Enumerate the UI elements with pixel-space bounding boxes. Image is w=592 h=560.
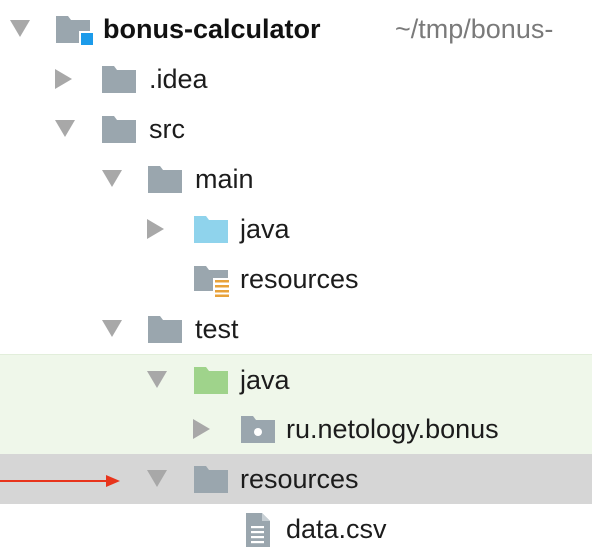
- chevron-down-icon[interactable]: [147, 371, 167, 388]
- chevron-right-icon[interactable]: [55, 69, 72, 89]
- folder-icon: [101, 64, 137, 94]
- source-root-folder-icon: [193, 214, 229, 244]
- tree-item-label: .idea: [149, 64, 208, 94]
- folder-icon: [147, 314, 183, 344]
- tree-row-test-java[interactable]: java: [0, 354, 592, 405]
- project-name: bonus-calculator: [103, 14, 321, 44]
- tree-item-label: resources: [240, 264, 359, 294]
- project-folder-icon: [55, 14, 93, 45]
- tree-item-label: ru.netology.bonus: [286, 414, 499, 444]
- tree-item-label: java: [240, 214, 290, 244]
- chevron-down-icon[interactable]: [55, 120, 75, 137]
- tree-item-label: test: [195, 314, 239, 344]
- tree-item-label: main: [195, 164, 254, 194]
- chevron-right-icon[interactable]: [147, 219, 164, 239]
- text-file-icon: [244, 512, 280, 547]
- package-icon: [240, 414, 276, 444]
- red-arrow-head: [106, 475, 120, 487]
- chevron-down-icon[interactable]: [102, 320, 122, 337]
- chevron-down-icon[interactable]: [102, 170, 122, 187]
- folder-icon: [193, 464, 229, 494]
- tree-row-idea[interactable]: .idea: [0, 54, 592, 104]
- tree-row-package[interactable]: ru.netology.bonus: [0, 404, 592, 454]
- folder-icon: [101, 114, 137, 144]
- chevron-right-icon[interactable]: [193, 419, 210, 439]
- tree-row-main-resources[interactable]: resources: [0, 254, 592, 304]
- tree-item-label: resources: [240, 464, 359, 494]
- tree-row-test-resources[interactable]: resources: [0, 454, 592, 504]
- tree-item-label: data.csv: [286, 514, 387, 544]
- chevron-down-icon[interactable]: [147, 470, 167, 487]
- red-arrow-shaft: [0, 480, 108, 482]
- tree-item-label: java: [240, 365, 290, 395]
- resources-root-folder-icon: [193, 264, 231, 297]
- tree-row-main-java[interactable]: java: [0, 204, 592, 254]
- project-path: ~/tmp/bonus-: [395, 14, 554, 44]
- chevron-down-icon[interactable]: [10, 20, 30, 37]
- tree-row-src[interactable]: src: [0, 104, 592, 154]
- test-source-root-folder-icon: [193, 365, 229, 395]
- tree-row-root[interactable]: bonus-calculator ~/tmp/bonus-: [0, 4, 592, 54]
- tree-row-data-csv[interactable]: data.csv: [0, 504, 592, 554]
- tree-row-test[interactable]: test: [0, 304, 592, 354]
- tree-row-main[interactable]: main: [0, 154, 592, 204]
- tree-item-label: src: [149, 114, 185, 144]
- project-tree: bonus-calculator ~/tmp/bonus- .idea src: [0, 0, 592, 560]
- folder-icon: [147, 164, 183, 194]
